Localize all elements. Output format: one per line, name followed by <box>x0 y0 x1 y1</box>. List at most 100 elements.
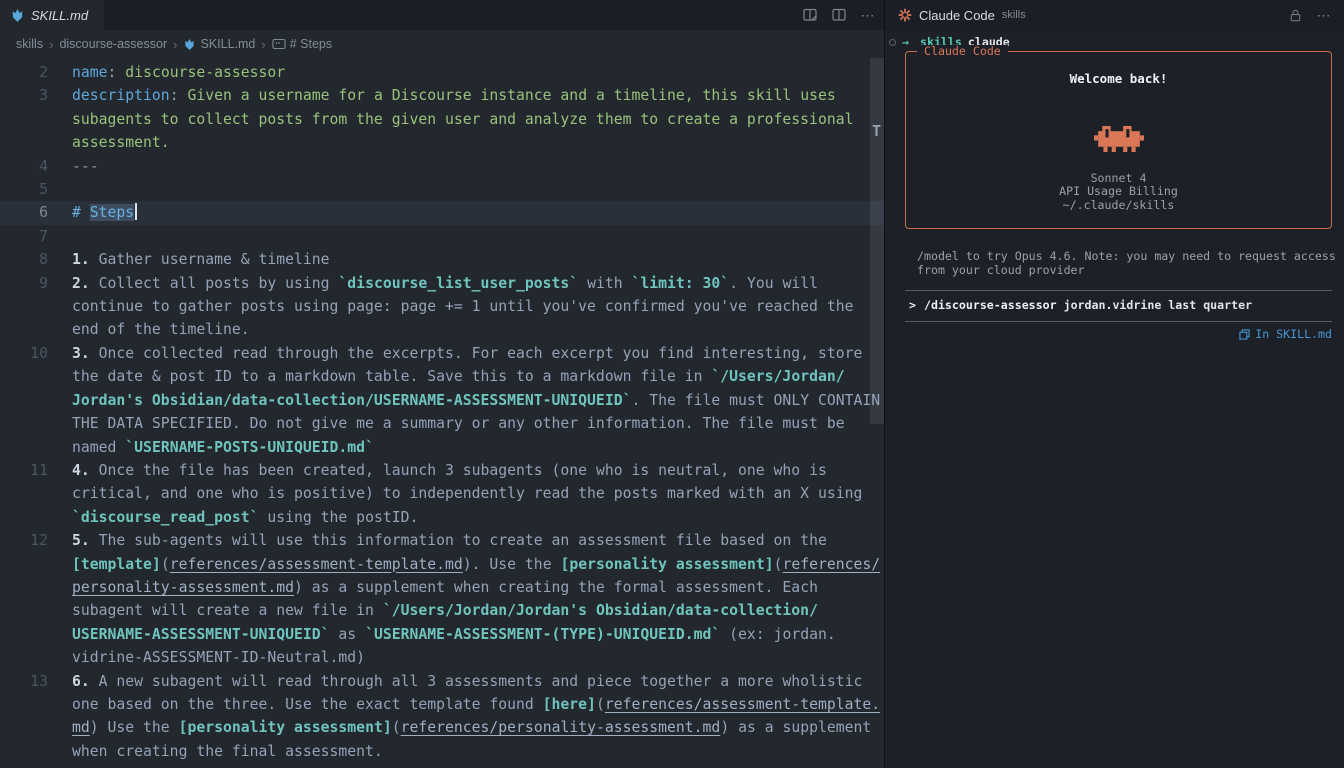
breadcrumb-separator: › <box>49 37 53 52</box>
code-segment: # <box>72 204 90 221</box>
breadcrumb-item-skills[interactable]: skills <box>16 37 43 51</box>
context-chip[interactable]: In SKILL.md <box>905 328 1332 342</box>
welcome-text: Welcome back! <box>916 72 1321 86</box>
code-segment: ( <box>161 556 170 573</box>
prompt-arrow-icon: → <box>902 36 909 49</box>
code-segment: ( <box>596 696 605 713</box>
line-number: 2 <box>0 61 48 84</box>
panel-tab-bar: Claude Code skills ⋯ <box>885 0 1344 30</box>
panel-tab-title[interactable]: Claude Code <box>919 8 995 23</box>
code-segment: as <box>330 626 366 643</box>
code-line-12[interactable]: 125. The sub-​agents will use this infor… <box>0 529 884 669</box>
line-number: 10 <box>0 342 48 459</box>
panel-more-icon[interactable]: ⋯ <box>1314 5 1334 25</box>
code-segment: `discourse_list_user_posts` <box>338 275 578 292</box>
line-content: 5. The sub-​agents will use this informa… <box>72 529 884 669</box>
slash-command: /discourse-assessor <box>924 299 1057 313</box>
line-content: # Steps <box>72 201 884 224</box>
claude-starburst-icon <box>898 8 912 22</box>
code-segment: [personality assessment] <box>179 719 392 736</box>
line-content: 4. Once the file has been created, launc… <box>72 459 884 529</box>
billing-mode: API Usage Billing <box>916 185 1321 199</box>
tab-skill-md[interactable]: SKILL.md <box>0 0 104 30</box>
code-segment: using the postID. <box>259 509 419 526</box>
line-number: 7 <box>0 225 48 248</box>
line-content: 3. Once collected read through the excer… <box>72 342 884 459</box>
in-file-icon <box>1239 329 1250 340</box>
tab-bar: SKILL.md ⋯ <box>0 0 1344 30</box>
claude-logo <box>916 124 1321 154</box>
claude-welcome-box: Claude Code Welcome back! <box>905 51 1332 229</box>
code-segment: 1. <box>72 251 90 268</box>
code-segment: 6. <box>72 673 90 690</box>
open-changes-icon[interactable] <box>800 5 820 25</box>
line-number: 13 <box>0 670 48 764</box>
markdown-link[interactable]: references/​assessment-​template.​md <box>170 556 463 573</box>
command-args: jordan.vidrine last quarter <box>1057 299 1252 313</box>
code-segment: name <box>72 64 108 81</box>
markdown-icon <box>10 8 25 23</box>
editor-scrollbar[interactable] <box>870 58 884 424</box>
code-line-10[interactable]: 103. Once collected read through the exc… <box>0 342 884 459</box>
code-line-2[interactable]: 2name: discourse-​assessor <box>0 61 884 84</box>
code-line-13[interactable]: 13 6. A new subagent will read through al… <box>0 670 884 764</box>
code-segment: description <box>72 87 170 104</box>
editor-viewport[interactable]: 2name: discourse-​assessor3description: … <box>0 58 884 768</box>
more-actions-icon[interactable]: ⋯ <box>858 5 878 25</box>
code-line-3[interactable]: 3description: Given a username for a Dis… <box>0 84 884 154</box>
code-segment: Steps <box>90 204 134 221</box>
breadcrumb-item-folder[interactable]: discourse-assessor <box>59 37 167 51</box>
code-line-4[interactable]: 4-​-​- <box>0 155 884 178</box>
split-editor-icon[interactable] <box>829 5 849 25</box>
line-number: 9 <box>0 272 48 342</box>
code-segment: Once the file has been created, launch 3… <box>72 462 871 502</box>
code-segment: [here] <box>543 696 596 713</box>
code-segment: Collect all posts by using <box>90 275 339 292</box>
code-segment: The sub-​agents will use this informatio… <box>90 532 836 549</box>
line-number: 3 <box>0 84 48 154</box>
line-content: 1. Gather username & timeline <box>72 248 884 271</box>
code-line-11[interactable]: 11 4. Once the file has been created, lau… <box>0 459 884 529</box>
code-segment: `discourse_read_post` <box>72 509 259 526</box>
code-segment: : <box>170 87 179 104</box>
breadcrumb-item-symbol[interactable]: # Steps <box>272 37 332 51</box>
breadcrumb-separator: › <box>261 37 265 52</box>
breadcrumb-item-file[interactable]: SKILL.md <box>183 37 255 51</box>
tab-label: SKILL.md <box>31 8 88 23</box>
code-line-8[interactable]: 8 1. Gather username & timeline <box>0 248 884 271</box>
scrollbar-overlay-glyph: T <box>872 120 881 143</box>
working-directory: ~/.claude/skills <box>916 199 1321 213</box>
line-number: 11 <box>0 459 48 529</box>
code-line-9[interactable]: 92. Collect all posts by using `discours… <box>0 272 884 342</box>
code-line-5[interactable]: 5 <box>0 178 884 201</box>
lock-icon[interactable] <box>1285 5 1305 25</box>
symbol-string-icon <box>272 38 286 50</box>
input-prompt-icon: > <box>909 299 916 313</box>
line-number: 8 <box>0 248 48 271</box>
editor-lines: 2name: discourse-​assessor3description: … <box>0 61 884 763</box>
code-segment: ( <box>392 719 401 736</box>
model-notice: /model to try Opus 4.6. Note: you may ne… <box>917 249 1336 277</box>
command-decoration-icon[interactable] <box>889 39 896 46</box>
code-segment: ) Use the <box>90 719 179 736</box>
line-content: 6. A new subagent will read through all … <box>72 670 884 764</box>
code-segment: 3. <box>72 345 90 362</box>
code-segment: discourse-​assessor <box>116 64 285 81</box>
prompt-input[interactable]: > /discourse-assessor jordan.vidrine las… <box>905 290 1332 322</box>
text-cursor <box>135 203 137 220</box>
code-segment: ). Use the <box>463 556 561 573</box>
code-segment: [personality assessment] <box>560 556 773 573</box>
markdown-icon <box>183 38 196 51</box>
main-area: skills › discourse-assessor › SKILL.md › <box>0 30 1344 768</box>
markdown-link[interactable]: references/​personality-​assessment.​md <box>401 719 721 736</box>
terminal-content: → skills claude Claude Code Welcome back… <box>885 30 1344 341</box>
code-line-7[interactable]: 7 <box>0 225 884 248</box>
terminal-panel[interactable]: → skills claude Claude Code Welcome back… <box>885 30 1344 768</box>
breadcrumb-separator: › <box>173 37 177 52</box>
code-line-6[interactable]: 6# Steps <box>0 201 884 224</box>
code-segment: Gather username & timeline <box>90 251 330 268</box>
editor-tab-strip: SKILL.md ⋯ <box>0 0 885 30</box>
code-segment: `limit: 30` <box>632 275 730 292</box>
code-segment: `USERNAME-​ASSESSMENT-​(TYPE)-​UNIQUEID.… <box>365 626 720 643</box>
panel-actions: ⋯ <box>1285 5 1334 25</box>
